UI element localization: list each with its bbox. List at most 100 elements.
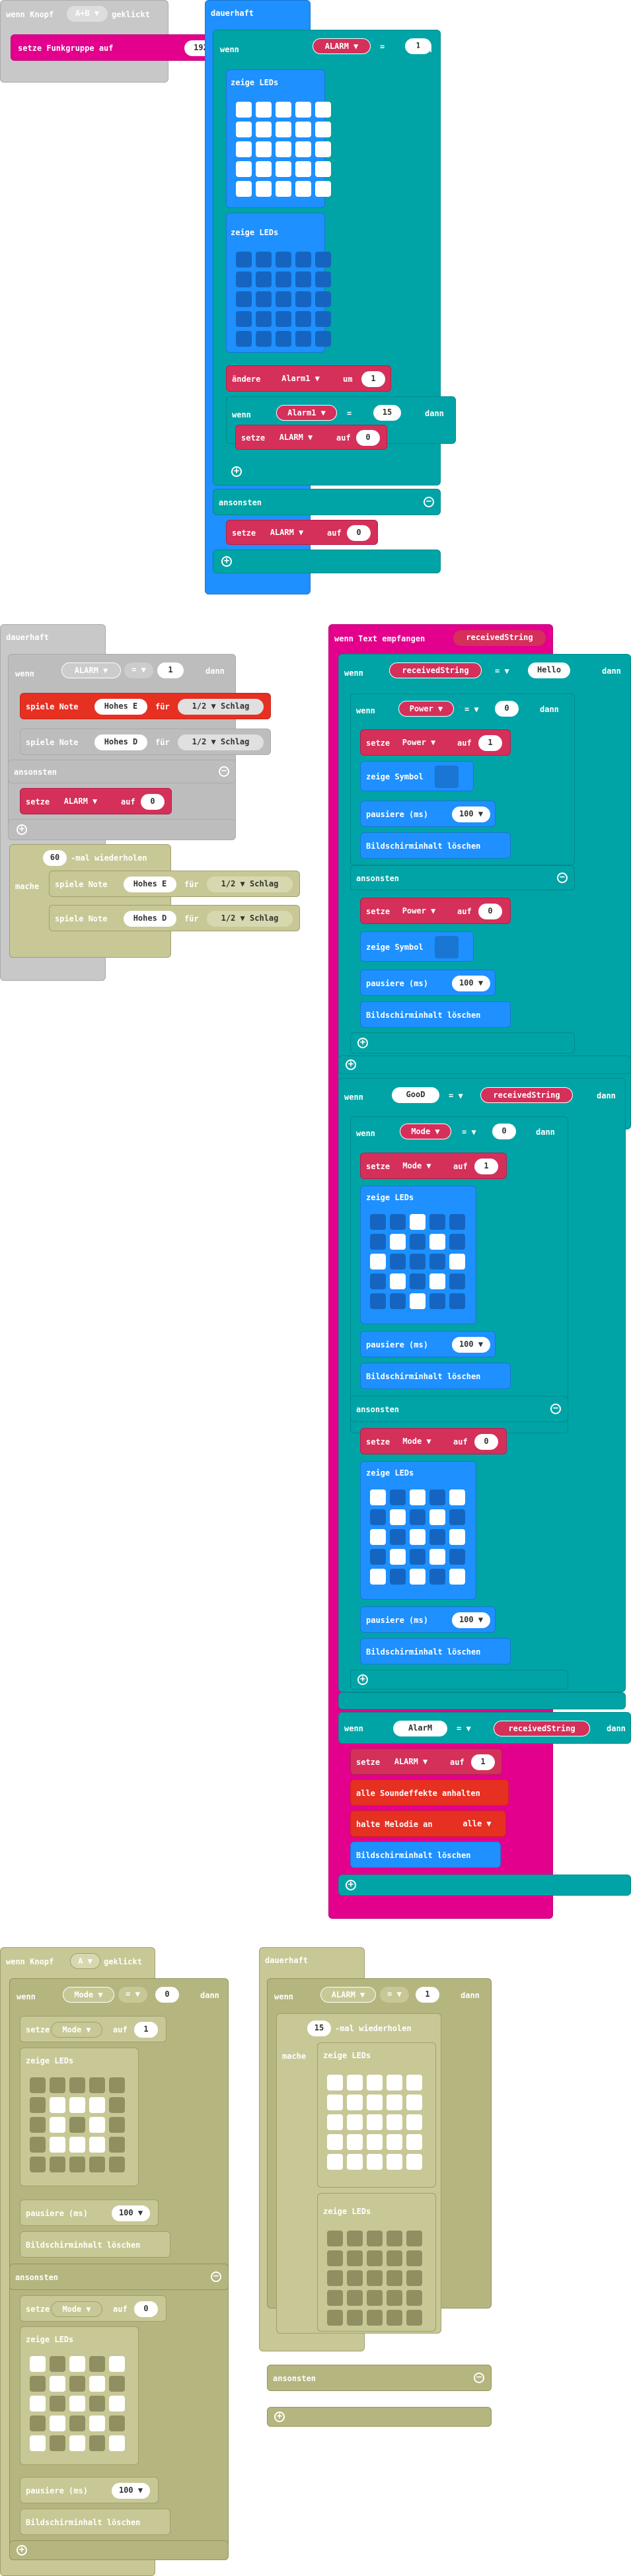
led-cell[interactable]	[109, 2356, 125, 2372]
led-cell[interactable]	[50, 2137, 65, 2153]
compare-value[interactable]: 1	[157, 662, 184, 678]
led-cell[interactable]	[236, 331, 252, 347]
add-elseif-icon[interactable]: +	[221, 556, 232, 567]
led-cell[interactable]	[276, 141, 291, 157]
led-cell[interactable]	[410, 1489, 426, 1505]
remove-else-icon[interactable]: −	[550, 1404, 561, 1414]
set-value[interactable]: 0	[478, 904, 502, 919]
led-cell[interactable]	[387, 2094, 402, 2110]
add-elseif-icon[interactable]: +	[274, 2412, 285, 2422]
led-cell[interactable]	[406, 2114, 422, 2130]
equals-dropdown[interactable]: = ▼	[462, 1127, 476, 1137]
led-cell[interactable]	[327, 2075, 343, 2091]
led-cell[interactable]	[347, 2094, 363, 2110]
led-cell[interactable]	[295, 141, 311, 157]
pause-value[interactable]: 100 ▼	[452, 1612, 490, 1628]
play-tone-block-1[interactable]: spiele Note Hohes E für 1/2 ▼ Schlag	[20, 693, 271, 719]
led-cell[interactable]	[69, 2137, 85, 2153]
power-variable[interactable]: Power ▼	[398, 701, 454, 717]
pause-value[interactable]: 100 ▼	[452, 976, 490, 991]
led-cell[interactable]	[367, 2250, 383, 2266]
led-cell[interactable]	[89, 2117, 105, 2133]
hello-string[interactable]: Hello	[528, 662, 570, 678]
led-cell[interactable]	[410, 1549, 426, 1565]
led-cell[interactable]	[295, 161, 311, 177]
led-cell[interactable]	[367, 2231, 383, 2246]
show-leds-block-2[interactable]: zeige LEDs	[226, 213, 331, 353]
add-elseif-icon[interactable]: +	[357, 1038, 368, 1048]
led-cell[interactable]	[410, 1569, 426, 1585]
led-cell[interactable]	[449, 1293, 465, 1309]
equals-dropdown[interactable]: = ▼	[449, 1091, 463, 1100]
pause-value[interactable]: 100 ▼	[112, 2483, 150, 2499]
note-value[interactable]: Hohes D	[94, 734, 147, 750]
led-cell[interactable]	[347, 2290, 363, 2306]
mode-variable[interactable]: Mode ▼	[391, 1159, 443, 1174]
led-cell[interactable]	[387, 2231, 402, 2246]
led-cell[interactable]	[89, 2097, 105, 2113]
led-cell[interactable]	[347, 2114, 363, 2130]
led-cell[interactable]	[256, 291, 272, 307]
set-mode-a-block-1[interactable]: setze Mode ▼ auf 1	[20, 2016, 167, 2042]
led-cell[interactable]	[406, 2075, 422, 2091]
alarm-variable[interactable]: ALARM ▼	[257, 525, 316, 541]
led-cell[interactable]	[50, 2376, 65, 2392]
led-cell[interactable]	[295, 181, 311, 197]
led-cell[interactable]	[69, 2415, 85, 2431]
led-cell[interactable]	[30, 2396, 46, 2412]
remove-else-icon[interactable]: −	[219, 766, 229, 777]
stop-melody-block[interactable]: halte Melodie an alle ▼	[350, 1810, 506, 1837]
led-cell[interactable]	[390, 1489, 406, 1505]
led-cell[interactable]	[276, 102, 291, 118]
led-cell[interactable]	[370, 1273, 386, 1289]
received-string-var[interactable]: receivedString	[494, 1721, 590, 1736]
show-leds-block-3[interactable]: zeige LEDs	[360, 1186, 476, 1324]
led-cell[interactable]	[30, 2097, 46, 2113]
beat-dropdown[interactable]: 1/2 ▼ Schlag	[207, 877, 293, 892]
set-value[interactable]: 1	[474, 1159, 498, 1174]
led-cell[interactable]	[367, 2290, 383, 2306]
led-cell[interactable]	[370, 1509, 386, 1525]
equals-dropdown[interactable]: = ▼	[118, 1987, 147, 2003]
led-cell[interactable]	[315, 271, 331, 287]
good-string[interactable]: GooD	[392, 1087, 439, 1103]
stop-melody-dropdown[interactable]: alle ▼	[457, 1816, 498, 1832]
led-cell[interactable]	[50, 2097, 65, 2113]
led-cell[interactable]	[449, 1234, 465, 1250]
led-cell[interactable]	[50, 2356, 65, 2372]
led-cell[interactable]	[327, 2290, 343, 2306]
led-cell[interactable]	[276, 311, 291, 327]
led-cell[interactable]	[89, 2077, 105, 2093]
alarm-variable[interactable]: ALARM ▼	[313, 38, 371, 54]
equals-dropdown[interactable]: = ▼	[495, 666, 509, 676]
led-cell[interactable]	[387, 2134, 402, 2150]
led-cell[interactable]	[109, 2415, 125, 2431]
led-cell[interactable]	[367, 2094, 383, 2110]
mode-variable[interactable]: Mode ▼	[391, 1434, 443, 1450]
led-cell[interactable]	[390, 1254, 406, 1270]
led-cell[interactable]	[429, 1234, 445, 1250]
led-cell[interactable]	[429, 1569, 445, 1585]
led-cell[interactable]	[406, 2134, 422, 2150]
clear-screen-block-1[interactable]: Bildschirminhalt löschen	[360, 832, 511, 859]
led-cell[interactable]	[295, 102, 311, 118]
set-mode-a-block-2[interactable]: setze Mode ▼ auf 0	[20, 2295, 167, 2322]
led-cell[interactable]	[295, 291, 311, 307]
clear-screen-block-4[interactable]: Bildschirminhalt löschen	[360, 1638, 511, 1664]
led-cell[interactable]	[315, 122, 331, 137]
led-cell[interactable]	[406, 2154, 422, 2170]
alarm-variable[interactable]: ALARM ▼	[51, 794, 110, 810]
led-cell[interactable]	[367, 2114, 383, 2130]
led-cell[interactable]	[69, 2376, 85, 2392]
equals-op[interactable]: =	[347, 409, 352, 418]
led-cell[interactable]	[89, 2435, 105, 2451]
led-cell[interactable]	[50, 2415, 65, 2431]
icon-preview-check-icon[interactable]	[435, 766, 459, 788]
led-cell[interactable]	[30, 2157, 46, 2172]
led-cell[interactable]	[256, 331, 272, 347]
mode-variable[interactable]: Mode ▼	[51, 2022, 102, 2038]
play-tone-block-4[interactable]: spiele Note Hohes D für 1/2 ▼ Schlag	[49, 905, 300, 931]
led-cell[interactable]	[390, 1273, 406, 1289]
repeat-block-grey[interactable]: 60 -mal wiederholen mache	[9, 844, 171, 958]
alarm-string[interactable]: AlarM	[393, 1721, 447, 1736]
